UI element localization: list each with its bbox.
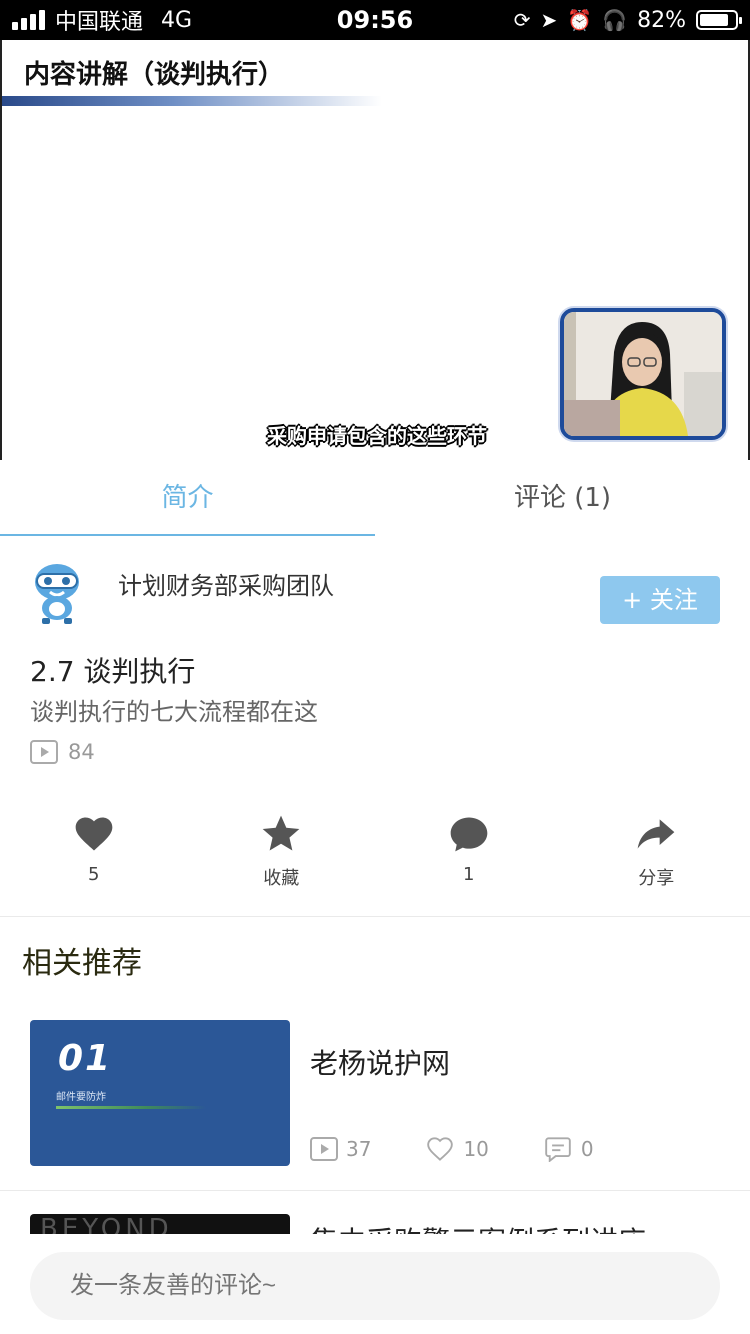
- favorite-label: 收藏: [263, 868, 300, 889]
- comment-count: 1: [463, 864, 475, 885]
- recommendation-item[interactable]: 01 邮件要防炸 老杨说护网 37 10 0: [0, 1020, 750, 1170]
- likes-value: 10: [463, 1137, 489, 1161]
- video-title: 2.7 谈判执行: [30, 655, 196, 688]
- tab-comments[interactable]: 评论 (1): [375, 460, 750, 536]
- recommendations-heading: 相关推荐: [22, 946, 142, 981]
- presenter-image: [564, 312, 722, 436]
- recommendation-likes: 10: [425, 1136, 489, 1162]
- author-name[interactable]: 计划财务部采购团队: [118, 566, 334, 601]
- recommendation-plays: 37: [310, 1137, 371, 1161]
- recommendation-divider: [0, 1190, 750, 1191]
- thumbnail-line: [56, 1106, 206, 1109]
- status-right: ⟳ ➤ ⏰ 🎧 82%: [513, 0, 742, 40]
- heart-outline-icon: [427, 1137, 454, 1161]
- recommendation-title[interactable]: 老杨说护网: [310, 1042, 450, 1082]
- share-icon: [637, 819, 675, 849]
- like-count: 5: [88, 864, 100, 885]
- comment-bar: [0, 1234, 750, 1334]
- author-avatar[interactable]: [28, 560, 86, 624]
- share-button[interactable]: 分享: [563, 812, 750, 902]
- share-label: 分享: [638, 868, 675, 889]
- comment-icon: [450, 817, 488, 852]
- comment-button[interactable]: 1: [375, 812, 563, 902]
- play-count: 84: [30, 740, 95, 764]
- plays-value: 37: [346, 1137, 372, 1161]
- battery-fill: [700, 14, 728, 26]
- robot-mascot-icon: [35, 564, 79, 624]
- comment-input[interactable]: [30, 1252, 720, 1320]
- slide-title: 内容讲解（谈判执行）: [24, 60, 285, 90]
- alarm-icon: ⏰: [567, 8, 593, 32]
- slide-underline: [2, 96, 382, 106]
- section-divider: [0, 916, 750, 917]
- location-icon: ➤: [540, 8, 558, 32]
- video-subtitle: 采购申请包含的这些环节: [267, 424, 487, 448]
- thumbnail-number: 01: [58, 1038, 113, 1079]
- recommendation-stats: 37 10 0: [310, 1136, 648, 1162]
- like-button[interactable]: 5: [0, 812, 188, 902]
- heart-icon: [75, 817, 113, 851]
- tab-intro[interactable]: 简介: [0, 460, 375, 536]
- action-bar: 5 收藏 1 分享: [0, 812, 750, 902]
- play-count-icon: [30, 740, 58, 764]
- favorite-button[interactable]: 收藏: [188, 812, 376, 902]
- recommendation-comments: 0: [543, 1136, 594, 1162]
- play-count-value: 84: [68, 740, 95, 764]
- recommendation-thumbnail[interactable]: 01 邮件要防炸: [30, 1020, 290, 1166]
- status-bar: 中国联通 4G 09:56 ⟳ ➤ ⏰ 🎧 82%: [0, 0, 750, 40]
- rotation-lock-icon: ⟳: [513, 8, 531, 32]
- comment-outline-icon: [545, 1137, 571, 1162]
- video-player[interactable]: 内容讲解（谈判执行） 采购申请包含的这些环节: [0, 40, 750, 460]
- video-description: 谈判执行的七大流程都在这: [30, 698, 318, 726]
- headphones-icon: 🎧: [602, 8, 628, 32]
- play-count-icon: [310, 1137, 338, 1161]
- star-icon: [262, 815, 300, 851]
- battery-icon: [696, 10, 742, 30]
- comments-value: 0: [580, 1137, 594, 1161]
- follow-button[interactable]: + 关注: [600, 576, 720, 624]
- battery-percent: 82%: [637, 7, 686, 33]
- tab-bar: 简介 评论 (1): [0, 460, 750, 536]
- thumbnail-caption: 邮件要防炸: [56, 1092, 106, 1103]
